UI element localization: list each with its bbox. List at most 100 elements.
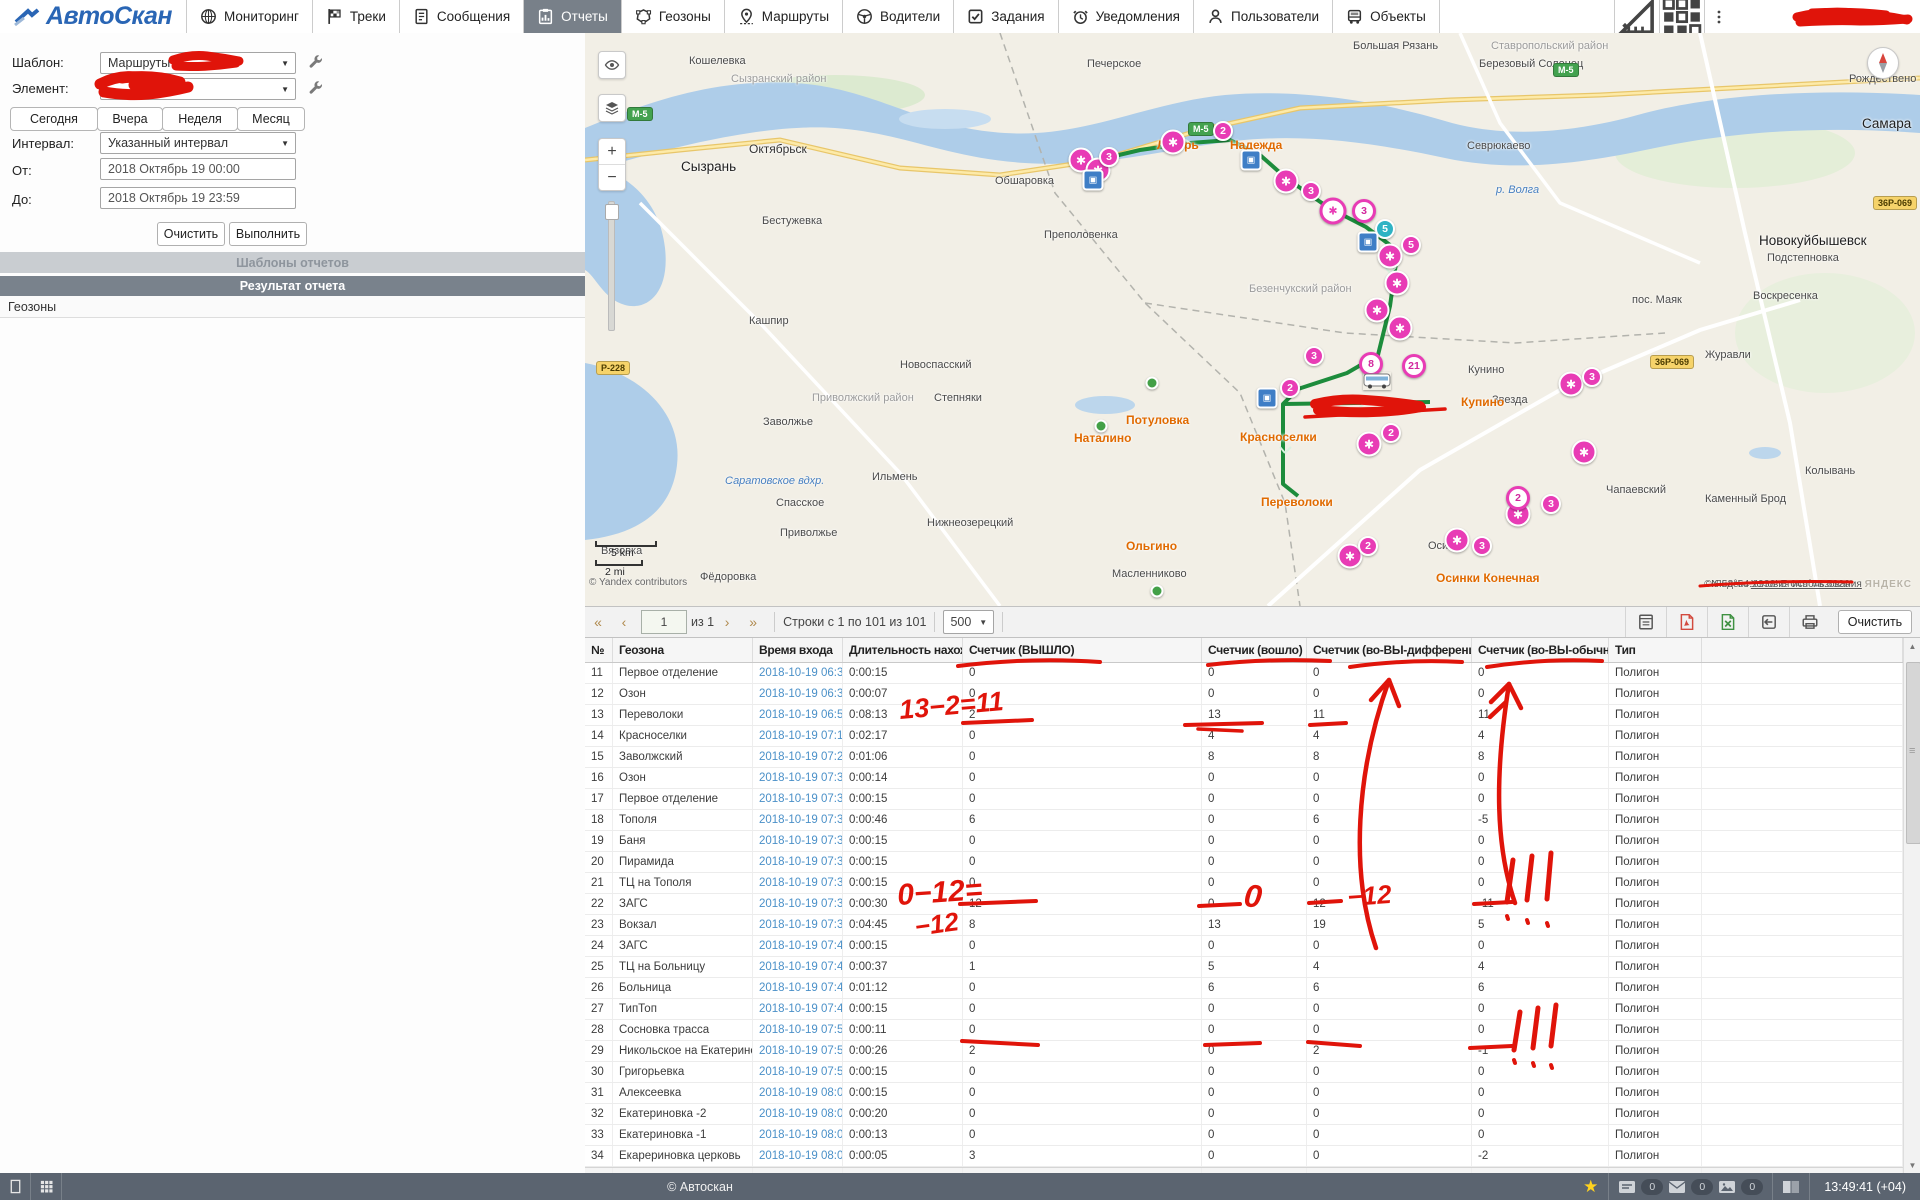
entry-time-cell[interactable]: 2018-10-19 08:02:52 xyxy=(753,1125,843,1145)
entry-time-cell[interactable]: 2018-10-19 07:58:01 xyxy=(753,1062,843,1082)
geofence-star-marker[interactable]: ✱ xyxy=(1559,372,1584,397)
apps-grid-button[interactable] xyxy=(1659,0,1704,33)
tab-message[interactable]: Сообщения xyxy=(400,0,524,33)
table-row[interactable]: 34Екарериновка церковь2018-10-19 08:03:5… xyxy=(585,1146,1903,1167)
cluster-count-marker[interactable]: 2 xyxy=(1213,121,1233,141)
table-row[interactable]: 33Екатериновка -12018-10-19 08:02:520:00… xyxy=(585,1125,1903,1146)
tab-driver[interactable]: Водители xyxy=(843,0,954,33)
table-row[interactable]: 14Красноселки2018-10-19 07:14:030:02:170… xyxy=(585,726,1903,747)
range-button-2[interactable]: Вчера xyxy=(97,107,163,131)
table-row[interactable]: 28Сосновка трасса2018-10-19 07:53:080:00… xyxy=(585,1020,1903,1041)
cluster-count-marker[interactable]: 3 xyxy=(1541,494,1561,514)
table-row[interactable]: 30Григорьевка2018-10-19 07:58:010:00:150… xyxy=(585,1062,1903,1083)
page-size-select[interactable]: 500▼ xyxy=(943,610,994,634)
compass-control[interactable] xyxy=(1867,47,1899,79)
export-excel-button[interactable] xyxy=(1707,607,1748,637)
geofence-star-marker[interactable]: ✱ xyxy=(1378,244,1403,269)
entry-time-cell[interactable]: 2018-10-19 07:53:08 xyxy=(753,1020,843,1040)
point-marker[interactable] xyxy=(1146,377,1159,390)
scroll-down-arrow[interactable]: ▼ xyxy=(1904,1157,1920,1173)
tab-task[interactable]: Задания xyxy=(954,0,1058,33)
cluster-count-marker[interactable]: 21 xyxy=(1402,354,1426,378)
first-page-button[interactable]: « xyxy=(585,614,611,630)
tab-report[interactable]: Отчеты xyxy=(524,0,622,33)
zoom-slider-thumb[interactable] xyxy=(605,204,619,220)
cluster-count-marker[interactable]: 3 xyxy=(1582,367,1602,387)
cluster-count-marker[interactable]: 2 xyxy=(1506,486,1530,510)
table-row[interactable]: 32Екатериновка -22018-10-19 08:01:170:00… xyxy=(585,1104,1903,1125)
report-templates-header[interactable]: Шаблоны отчетов xyxy=(0,252,585,273)
cluster-count-marker[interactable]: 3 xyxy=(1301,181,1321,201)
entry-time-cell[interactable]: 2018-10-19 07:21:12 xyxy=(753,747,843,767)
clear-report-button[interactable]: Очистить xyxy=(1838,610,1912,634)
element-settings-wrench-icon[interactable] xyxy=(308,81,324,97)
tab-route[interactable]: Маршруты xyxy=(725,0,843,33)
cluster-count-marker[interactable]: 2 xyxy=(1280,378,1300,398)
table-row[interactable]: 21ТЦ на Тополя2018-10-19 07:37:330:00:15… xyxy=(585,873,1903,894)
from-date-input[interactable]: 2018 Октябрь 19 00:00 xyxy=(100,158,296,180)
tab-globe[interactable]: Мониторинг xyxy=(187,0,313,33)
entry-time-cell[interactable]: 2018-10-19 07:35:48 xyxy=(753,831,843,851)
cluster-count-marker[interactable]: 3 xyxy=(1099,147,1119,167)
messages-icon[interactable] xyxy=(1618,1180,1636,1194)
table-scrollbar[interactable]: ▲ ▼ xyxy=(1903,638,1920,1173)
tab-user[interactable]: Пользователи xyxy=(1194,0,1333,33)
tab-vehicle[interactable]: Объекты xyxy=(1333,0,1440,33)
report-view-button[interactable] xyxy=(1625,607,1666,637)
cluster-count-marker[interactable]: 3 xyxy=(1304,346,1324,366)
table-row[interactable]: 20Пирамида2018-10-19 07:36:180:00:150000… xyxy=(585,852,1903,873)
entry-time-cell[interactable]: 2018-10-19 07:34:05 xyxy=(753,810,843,830)
geofence-star-marker[interactable]: ✱ xyxy=(1320,198,1347,225)
tab-alert[interactable]: Уведомления xyxy=(1059,0,1194,33)
geofence-star-marker[interactable]: ✱ xyxy=(1445,528,1470,553)
entry-time-cell[interactable]: 2018-10-19 07:49:53 xyxy=(753,999,843,1019)
element-select[interactable]: ▼ xyxy=(100,78,296,100)
table-row[interactable]: 27ТипТоп2018-10-19 07:49:530:00:150000По… xyxy=(585,999,1903,1020)
point-marker[interactable] xyxy=(1151,585,1164,598)
entry-time-cell[interactable]: 2018-10-19 07:48:41 xyxy=(753,978,843,998)
cluster-count-marker[interactable]: 2 xyxy=(1381,423,1401,443)
table-row[interactable]: 19Баня2018-10-19 07:35:480:00:150000Поли… xyxy=(585,831,1903,852)
range-button-1[interactable]: Сегодня xyxy=(10,107,98,131)
print-button[interactable] xyxy=(1789,607,1830,637)
favorites-star-icon[interactable]: ★ xyxy=(1573,1177,1608,1197)
stop-marker[interactable]: ▣ xyxy=(1358,232,1379,253)
stop-marker[interactable]: ▣ xyxy=(1257,388,1278,409)
table-row[interactable]: 12Озон2018-10-19 06:34:020:00:070000Поли… xyxy=(585,684,1903,705)
cluster-count-marker[interactable]: 5 xyxy=(1401,235,1421,255)
mail-icon[interactable] xyxy=(1668,1180,1686,1194)
table-row[interactable]: 23Вокзал2018-10-19 07:39:480:04:45813195… xyxy=(585,915,1903,936)
stop-marker[interactable]: ▣ xyxy=(1241,150,1262,171)
import-button[interactable] xyxy=(1748,607,1789,637)
geofence-star-marker[interactable]: ✱ xyxy=(1385,271,1410,296)
entry-time-cell[interactable]: 2018-10-19 07:32:20 xyxy=(753,789,843,809)
table-row[interactable]: 25ТЦ на Больницу2018-10-19 07:46:150:00:… xyxy=(585,957,1903,978)
range-button-3[interactable]: Неделя xyxy=(162,107,238,131)
template-select[interactable]: Маршруты▼ xyxy=(100,52,296,74)
table-row[interactable]: 29Никольское на Екатериновку2018-10-19 0… xyxy=(585,1041,1903,1062)
entry-time-cell[interactable]: 2018-10-19 07:31:44 xyxy=(753,768,843,788)
entry-time-cell[interactable]: 2018-10-19 08:01:17 xyxy=(753,1104,843,1124)
zoom-slider[interactable] xyxy=(608,201,615,331)
entry-time-cell[interactable]: 2018-10-19 08:03:59 xyxy=(753,1146,843,1166)
geofence-star-marker[interactable]: ✱ xyxy=(1274,169,1299,194)
geofence-star-marker[interactable]: ✱ xyxy=(1572,440,1597,465)
stop-marker[interactable]: ▣ xyxy=(1083,170,1104,191)
entry-time-cell[interactable]: 2018-10-19 07:38:16 xyxy=(753,894,843,914)
result-tree-item-geozones[interactable]: Геозоны xyxy=(0,296,585,318)
report-result-header[interactable]: Результат отчета xyxy=(0,276,585,296)
interval-select[interactable]: Указанный интервал▼ xyxy=(100,132,296,154)
page-number-input[interactable] xyxy=(641,610,687,634)
terms-link[interactable]: Условия использования xyxy=(1751,579,1862,590)
entry-time-cell[interactable]: 2018-10-19 07:46:15 xyxy=(753,957,843,977)
entry-time-cell[interactable]: 2018-10-19 07:36:18 xyxy=(753,852,843,872)
table-row[interactable]: 24ЗАГС2018-10-19 07:45:180:00:150000Поли… xyxy=(585,936,1903,957)
table-row[interactable]: 16Озон2018-10-19 07:31:440:00:140000Поли… xyxy=(585,768,1903,789)
table-row[interactable]: 13Переволоки2018-10-19 06:53:260:08:1321… xyxy=(585,705,1903,726)
entry-time-cell[interactable]: 2018-10-19 07:37:33 xyxy=(753,873,843,893)
scrollbar-thumb[interactable] xyxy=(1906,662,1920,844)
entry-time-cell[interactable]: 2018-10-19 06:34:02 xyxy=(753,684,843,704)
range-button-4[interactable]: Месяц xyxy=(237,107,305,131)
table-row[interactable]: 22ЗАГС2018-10-19 07:38:160:00:3012012-11… xyxy=(585,894,1903,915)
photos-icon[interactable] xyxy=(1718,1180,1736,1194)
